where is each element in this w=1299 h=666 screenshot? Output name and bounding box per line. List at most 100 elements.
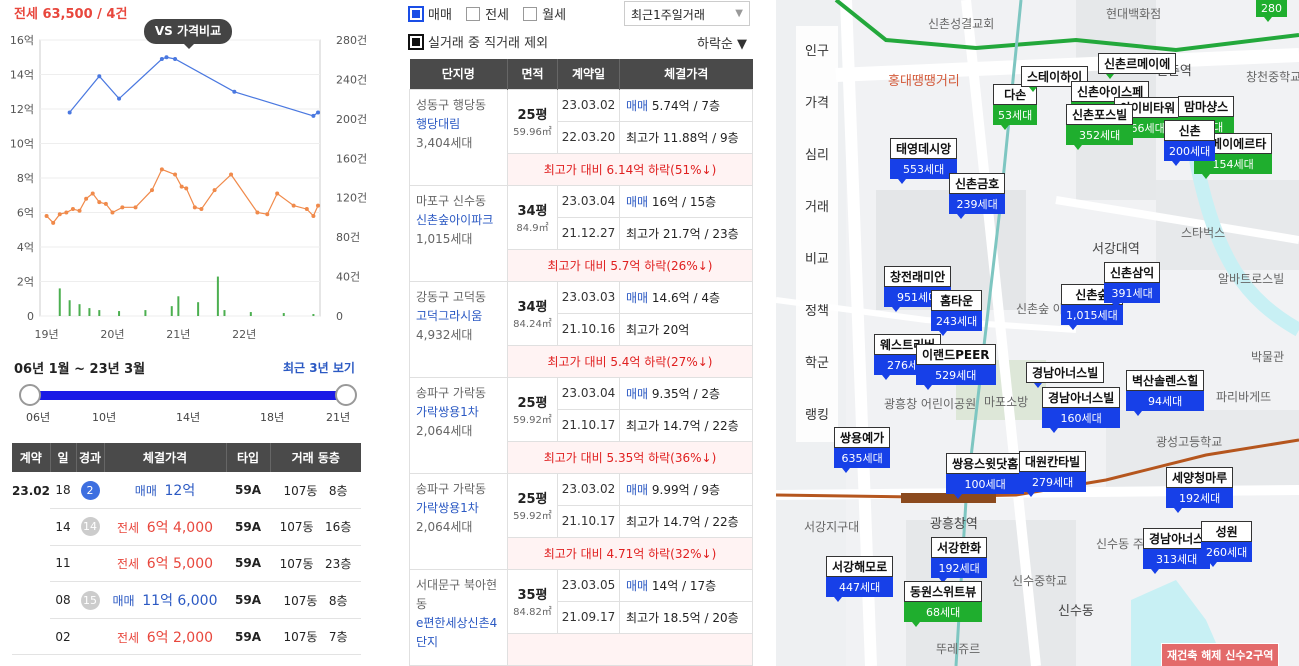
slider-start-handle[interactable] <box>19 384 41 406</box>
compare-row[interactable]: 강동구 고덕동 고덕그라시움 4,932세대 34평 84.24㎡ 23.03.… <box>409 280 753 378</box>
nav-ranking[interactable]: 랭킹 <box>796 390 838 442</box>
map-pin[interactable]: 세양청마루 192세대 <box>1166 467 1234 513</box>
map-label: 신촌성결교회 <box>928 17 995 31</box>
complex-name[interactable]: 가락쌍용1차 <box>416 403 501 422</box>
table-row[interactable]: 14 14 전세 6억 4,000 59A 107동 16층 <box>12 508 361 546</box>
map-pin[interactable]: 성원 260세대 <box>1201 521 1253 567</box>
complex-region: 성동구 행당동 <box>416 97 487 112</box>
map-pin[interactable]: 경남아너스빌 <box>1026 362 1105 388</box>
map-pin[interactable]: 경남아너스빌 160세대 <box>1042 387 1121 433</box>
nav-school[interactable]: 학군 <box>796 338 838 390</box>
map-pin[interactable]: 동원스위트뷰 68세대 <box>904 581 983 627</box>
volume-bar <box>197 302 200 316</box>
table-row[interactable]: 08 15 매매 11억 6,000 59A 107동 8층 <box>12 581 361 619</box>
period-slider-track[interactable] <box>30 391 346 400</box>
contract-month: 23.02 <box>12 472 50 656</box>
map-pin[interactable]: 신촌금호 239세대 <box>949 173 1006 219</box>
checkbox-checked-icon[interactable] <box>408 34 424 50</box>
nav-compare[interactable]: 비교 <box>796 234 838 286</box>
recent-date: 23.03.04 <box>557 184 620 218</box>
complex-name[interactable]: 행당대림 <box>416 115 501 134</box>
map-pin[interactable]: 이랜드PEER 529세대 <box>916 344 996 390</box>
series-point <box>70 207 75 212</box>
table-row[interactable]: 02 전세 6억 2,000 59A 107동 7층 <box>12 618 361 656</box>
map-pin-units: 529세대 <box>916 365 996 385</box>
col-dong-floor: 거래 동층 <box>270 443 361 472</box>
period-select[interactable]: 최근1주일거래 ▼ <box>624 1 750 26</box>
checkbox-checked-icon[interactable] <box>408 6 424 22</box>
map-pin[interactable]: 신촌포스빌 352세대 <box>1066 104 1134 150</box>
col-day: 일 <box>50 443 77 472</box>
complex-cell[interactable]: 서대문구 북아현동 e편한세상신촌4단지 <box>409 568 508 666</box>
volume-bar <box>312 314 315 316</box>
vs-compare-button[interactable]: VS 가격비교 <box>144 19 232 49</box>
map-pin[interactable]: 신촌르메이에 <box>1098 53 1177 79</box>
nav-population[interactable]: 인구 <box>796 26 838 78</box>
compare-row[interactable]: 마포구 신수동 신촌숲아이파크 1,015세대 34평 84.9㎡ 23.03.… <box>409 184 753 282</box>
complex-name[interactable]: e편한세상신촌4단지 <box>416 614 501 652</box>
map-pin[interactable]: 서강한화 192세대 <box>931 537 988 583</box>
map-pin-name: 신촌포스빌 <box>1066 104 1134 125</box>
recent-price: 9.35억 / 2층 <box>651 386 721 401</box>
map-pin[interactable]: 신촌 200세대 <box>1164 120 1216 166</box>
map-label: 신수중학교 <box>1012 574 1068 588</box>
map-pin[interactable]: 벽산솔렌스힐 94세대 <box>1126 370 1205 416</box>
series-point <box>44 213 49 218</box>
complex-cell[interactable]: 강동구 고덕동 고덕그라시움 4,932세대 <box>409 280 508 378</box>
filter-wolse[interactable]: 월세 <box>523 7 566 23</box>
redevelop-badge[interactable]: 재건축 해제 신수2구역 <box>1161 643 1280 666</box>
recent-3y-button[interactable]: 최근 3년 보기 <box>283 359 355 376</box>
checkbox-icon[interactable] <box>523 7 538 21</box>
volume-bar <box>118 311 121 316</box>
complex-cell[interactable]: 마포구 신수동 신촌숲아이파크 1,015세대 <box>409 184 508 282</box>
y2-tick-label: 280건 <box>336 34 367 47</box>
table-row[interactable]: 11 전세 6억 5,000 59A 107동 23층 <box>12 545 361 583</box>
map-pin[interactable]: 태영데시앙 553세대 <box>890 138 958 184</box>
table-row[interactable]: 23.02 18 2 매매 12억 59A 107동 8층 <box>12 472 361 656</box>
map-pin[interactable]: 신촌삼익 391세대 <box>1104 262 1161 308</box>
compare-row[interactable]: 송파구 가락동 가락쌍용1차 2,064세대 25평 59.92㎡ 23.03.… <box>409 376 753 474</box>
map-pin[interactable]: 서강해모로 447세대 <box>826 556 894 602</box>
nav-sentiment[interactable]: 심리 <box>796 130 838 182</box>
compare-row[interactable]: 성동구 행당동 행당대림 3,404세대 25평 59.96㎡ 23.03.02… <box>409 88 753 186</box>
volume-bar <box>170 306 173 316</box>
x-tick-label: 19년 <box>35 328 59 341</box>
map-pin[interactable]: 쌍용예가 635세대 <box>834 427 891 473</box>
checkbox-icon[interactable] <box>466 7 481 21</box>
map-pin-name: 경남아너스빌 <box>1042 387 1121 408</box>
sort-dropdown[interactable]: 하락순 ▼ <box>697 33 747 52</box>
filter-jeonse[interactable]: 전세 <box>466 7 509 23</box>
complex-cell[interactable]: 송파구 가락동 가락쌍용1차 2,064세대 <box>409 376 508 474</box>
map-pin-units: 243세대 <box>931 311 983 331</box>
complex-name[interactable]: 고덕그라시움 <box>416 307 501 326</box>
map-pin[interactable]: 쌍용스윗닷홈 100세대 <box>946 453 1025 499</box>
nav-trade[interactable]: 거래 <box>796 182 838 234</box>
area-pyeong: 35평 <box>517 588 548 603</box>
map-pin[interactable]: 대원칸타빌 279세대 <box>1019 451 1087 497</box>
exclude-direct-filter[interactable]: 실거래 중 직거래 제외 <box>408 32 548 51</box>
deal-day: 14 <box>50 508 76 546</box>
recent-kind: 매매 <box>626 98 649 113</box>
compare-row[interactable]: 서대문구 북아현동 e편한세상신촌4단지 35평 84.82㎡ 23.03.05… <box>409 568 753 666</box>
slider-end-handle[interactable] <box>335 384 357 406</box>
deal-type-filters: 매매 전세 월세 <box>408 4 576 23</box>
filter-sale[interactable]: 매매 <box>408 6 452 23</box>
map-pin-name: 서강해모로 <box>826 556 894 577</box>
map-pin-units: 280 <box>1256 0 1287 17</box>
complex-name[interactable]: 신촌숲아이파크 <box>416 211 501 230</box>
nav-price[interactable]: 가격 <box>796 78 838 130</box>
map-pin[interactable]: 280 <box>1256 0 1287 22</box>
compare-row[interactable]: 송파구 가락동 가락쌍용1차 2,064세대 25평 59.92㎡ 23.03.… <box>409 472 753 570</box>
map-view[interactable]: 인구 가격 심리 거래 비교 정책 학군 랭킹 홍대땡땡거리 신촌성결교회 현대… <box>776 0 1299 666</box>
map-pin-units: 447세대 <box>826 577 894 597</box>
peak-price: 최고가 14.7억 / 22층 <box>619 408 753 442</box>
complex-cell[interactable]: 성동구 행당동 행당대림 3,404세대 <box>409 88 508 186</box>
series-point <box>173 172 178 177</box>
map-pin[interactable]: 홈타운 243세대 <box>931 290 983 336</box>
complex-name[interactable]: 가락쌍용1차 <box>416 499 501 518</box>
nav-policy[interactable]: 정책 <box>796 286 838 338</box>
complex-cell[interactable]: 송파구 가락동 가락쌍용1차 2,064세대 <box>409 472 508 570</box>
volume-bar <box>68 300 71 316</box>
recent-kind: 매매 <box>626 578 649 593</box>
series-point <box>97 200 102 205</box>
